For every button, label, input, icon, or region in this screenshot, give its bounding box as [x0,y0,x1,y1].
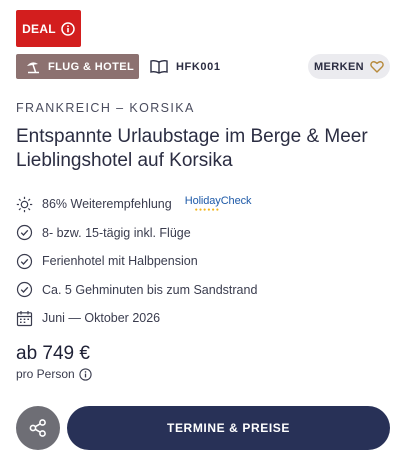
deal-badge[interactable]: DEAL [16,10,81,47]
offer-title[interactable]: Entspannte Urlaubstage im Berge & Meer L… [16,125,401,173]
flight-hotel-badge: FLUG & HOTEL [16,54,139,79]
feature-recommendation: 86% Weiterempfehlung HolidayCheck ●●●●●● [16,190,396,219]
heart-icon [370,60,384,73]
merken-label: MERKEN [313,60,365,73]
info-icon[interactable] [79,367,92,381]
catalog-book-icon [150,59,168,74]
check-circle-icon [16,253,33,270]
offer-code-text: HFK001 [176,60,221,73]
deal-label: DEAL [22,21,56,36]
feature-beach: Ca. 5 Gehminuten bis zum Sandstrand [16,276,396,305]
check-circle-icon [16,224,33,241]
holidaycheck-logo: HolidayCheck ●●●●●● [184,194,252,213]
merken-button[interactable]: MERKEN [308,54,390,79]
region-label: FRANKREICH – KORSIKA [16,101,195,115]
feature-text: 8- bzw. 15-tägig inkl. Flüge [42,225,191,240]
per-person-note: pro Person [16,367,92,381]
feature-board: Ferienhotel mit Halbpension [16,247,396,276]
flight-hotel-label: FLUG & HOTEL [48,60,135,73]
feature-travel-period: Juni — Oktober 2026 [16,304,396,333]
share-icon [28,418,48,438]
info-icon[interactable] [61,21,75,36]
offer-code: HFK001 [150,59,221,74]
offer-title-line-1: Entspannte Urlaubstage im Berge & Meer [16,126,368,147]
feature-text: Juni — Oktober 2026 [42,311,161,326]
feature-duration: 8- bzw. 15-tägig inkl. Flüge [16,219,396,248]
offer-title-line-2: Lieblingshotel auf Korsika [16,150,233,171]
dates-and-prices-button[interactable]: TERMINE & PREISE [67,406,390,450]
holidaycheck-stars: ●●●●●● [194,206,221,213]
feature-text: Ferienhotel mit Halbpension [42,254,198,269]
feature-text: Ca. 5 Gehminuten bis zum Sandstrand [42,282,258,297]
beach-umbrella-icon [25,60,41,74]
sun-icon [16,196,33,213]
badge-row: FLUG & HOTEL HFK001 [16,54,221,79]
feature-text: 86% Weiterempfehlung [42,197,172,212]
feature-list: 86% Weiterempfehlung HolidayCheck ●●●●●●… [16,190,396,333]
price: ab 749 € [16,343,90,364]
per-person-label: pro Person [16,367,75,381]
calendar-icon [16,310,33,327]
share-button[interactable] [16,406,60,450]
holidaycheck-name: HolidayCheck [184,194,252,207]
check-circle-icon [16,281,33,298]
